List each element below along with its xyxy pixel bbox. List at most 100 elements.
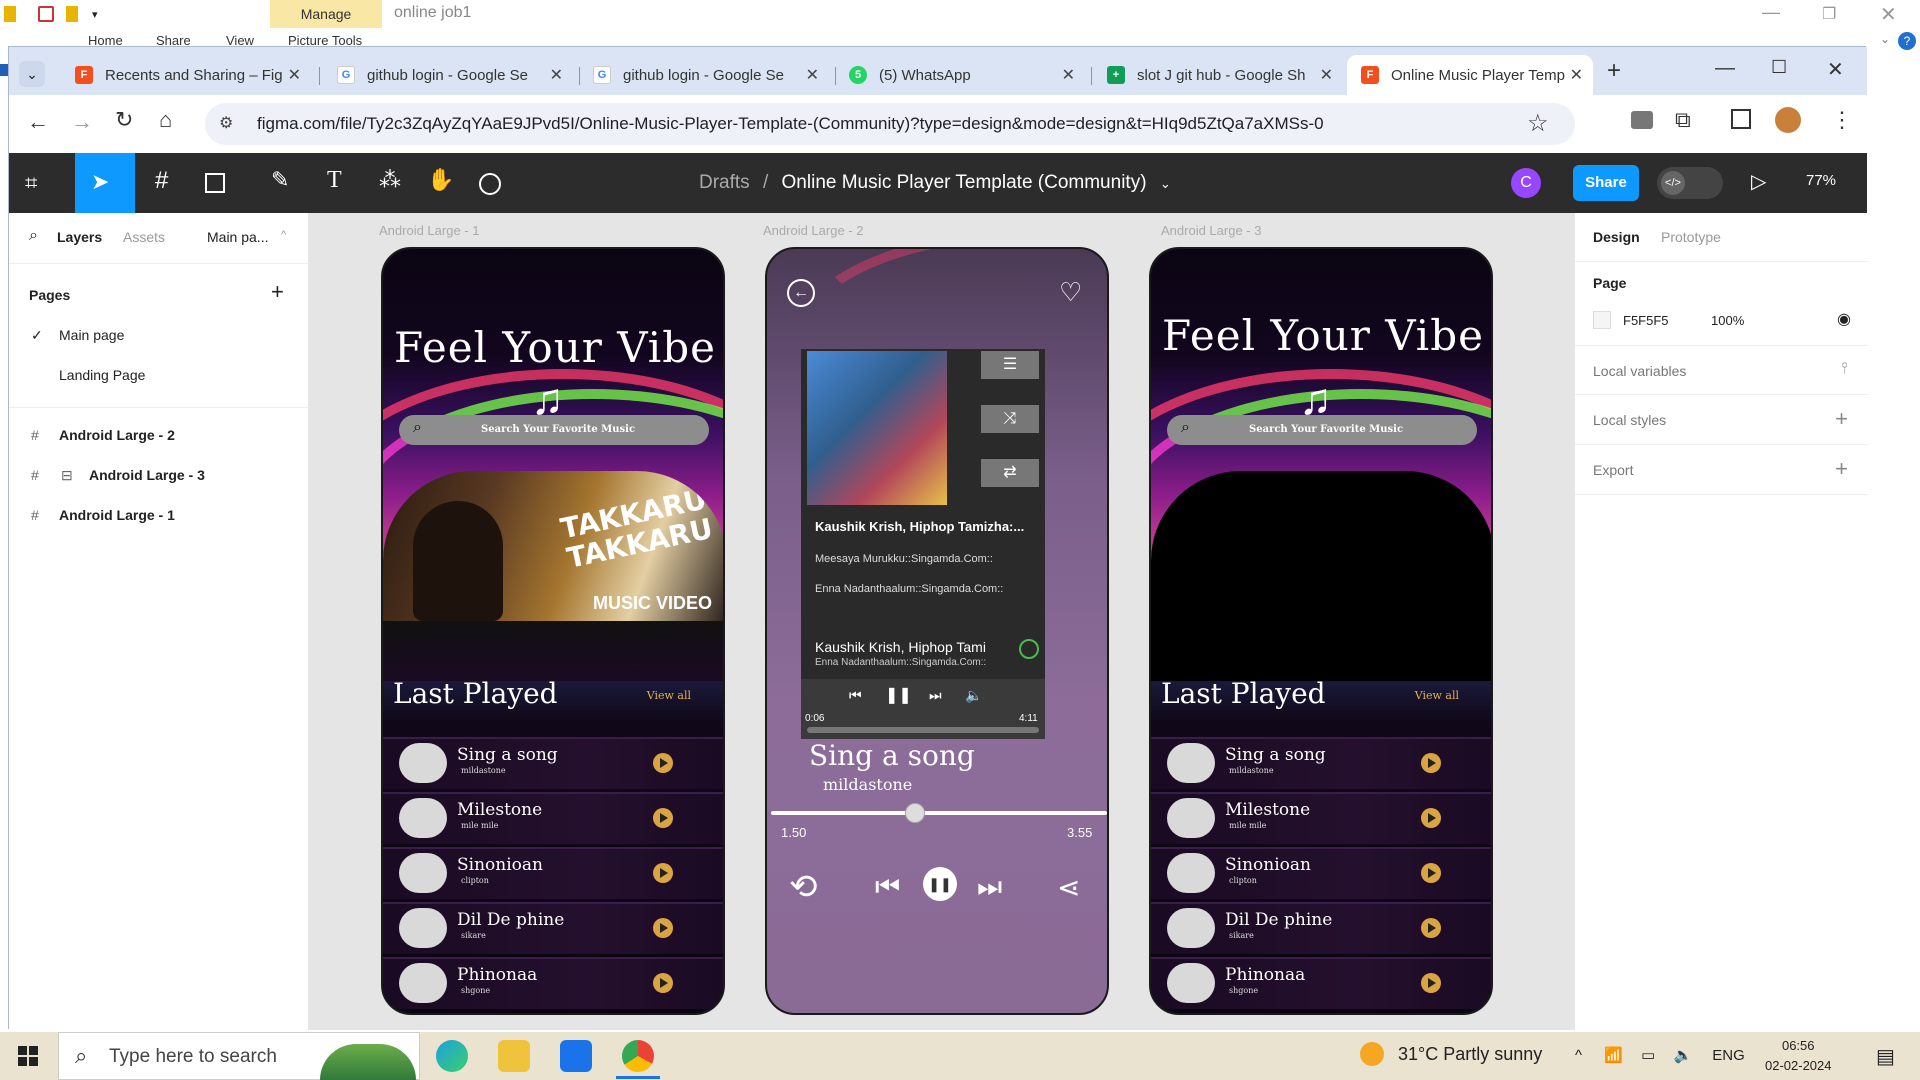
tab-google-sheets[interactable]: + slot J git hub - Google Sh ✕ [1093,55,1343,95]
new-tab-icon[interactable]: + [1607,57,1621,85]
hand-tool-icon[interactable]: ✋ [427,167,459,199]
frame-label[interactable]: Android Large - 3 [1161,223,1261,238]
phone-frame-2[interactable]: ← ♡ ☰ ⤨ ⇄ Kaushik Krish, Hiphop Tamizha:… [765,247,1109,1015]
help-icon[interactable]: ? [1898,32,1916,50]
play-icon[interactable] [1421,973,1441,993]
back-icon[interactable]: ← [27,109,49,135]
file-name[interactable]: Online Music Player Template (Community) [782,172,1147,193]
extensions-icon[interactable]: ⧉ [1675,107,1691,133]
reload-icon[interactable]: ↻ [115,107,133,133]
play-icon[interactable] [1421,753,1441,773]
close-icon[interactable]: ✕ [1880,2,1897,27]
restore-icon[interactable]: ❐ [1822,4,1836,24]
play-icon[interactable] [653,973,673,993]
back-icon[interactable]: ← [787,279,815,307]
home-icon[interactable]: ⌂ [159,107,172,133]
close-tab-icon[interactable]: ✕ [1320,65,1333,85]
rectangle-tool-icon[interactable] [205,173,225,193]
tab-search-icon[interactable]: ⌄ [19,61,45,87]
minimize-icon[interactable]: — [1715,57,1735,80]
visibility-eye-icon[interactable]: ◉ [1837,309,1851,329]
add-style-icon[interactable]: + [1835,406,1848,432]
next-icon[interactable]: ⏭ [977,871,1002,904]
tab-design[interactable]: Design [1593,229,1640,245]
page-color-swatch[interactable] [1593,311,1611,329]
zoom-level[interactable]: 77% [1806,172,1836,189]
play-icon[interactable] [653,863,673,883]
list-item[interactable]: Sinonioan clipton [383,847,723,899]
tab-assets[interactable]: Assets [123,229,165,245]
close-tab-icon[interactable]: ✕ [1570,65,1583,85]
manage-tab[interactable]: Manage [270,0,382,28]
export-row[interactable]: Export + [1575,445,1868,495]
share-button[interactable]: Share [1573,165,1639,201]
file-explorer-icon[interactable] [498,1040,530,1072]
checkbox-icon[interactable] [38,6,54,22]
hero-music-video-image[interactable]: TAKKARU TAKKARU MUSIC VIDEO [383,471,723,621]
edge-icon[interactable] [436,1040,468,1072]
design-canvas[interactable]: Android Large - 1 Android Large - 2 Andr… [309,213,1574,1075]
page-opacity-value[interactable]: 100% [1711,313,1744,328]
list-item[interactable]: Sing a song mildastone [1151,737,1491,789]
weather-icon[interactable] [1360,1042,1384,1066]
list-item[interactable]: Phinonaa shgone [383,957,723,1009]
phone-frame-3[interactable]: Feel Your Vibe ♫ ⌕ Search Your Favorite … [1149,247,1493,1015]
expand-icon[interactable] [1019,639,1039,659]
play-icon[interactable] [1421,863,1441,883]
windows-start-icon[interactable] [18,1046,38,1066]
mail-icon[interactable] [560,1040,592,1072]
system-clock[interactable]: 06:56 02-02-2024 [1765,1036,1832,1076]
page-selector[interactable]: Main pa... [207,229,268,245]
chevron-down-icon[interactable]: ⌄ [1160,176,1171,191]
tab-github-login-2[interactable]: G github login - Google Se ✕ [579,55,829,95]
playlist-item[interactable]: Meesaya Murukku::Singamda.Com:: [815,553,993,565]
tab-layers[interactable]: Layers [57,229,102,245]
favorite-heart-icon[interactable]: ♡ [1059,277,1082,308]
mini-progress[interactable] [807,727,1039,733]
folder-icon[interactable] [4,6,16,22]
play-icon[interactable] [1421,808,1441,828]
play-icon[interactable] [653,753,673,773]
list-item[interactable]: Dil De phine sikare [1151,902,1491,954]
present-icon[interactable]: ▷ [1751,169,1766,194]
dev-mode-toggle[interactable]: </> [1657,167,1723,199]
search-icon[interactable]: ⌕ [29,227,38,245]
close-tab-icon[interactable]: ✕ [550,65,563,85]
comment-tool-icon[interactable] [479,173,501,195]
chevron-up-icon[interactable]: ^ [1575,1047,1582,1064]
volume-icon[interactable]: 🔈 [1673,1047,1692,1064]
list-item[interactable]: Milestone mile mile [1151,792,1491,844]
frame-label[interactable]: Android Large - 1 [379,223,479,238]
tab-github-login-1[interactable]: G github login - Google Se ✕ [323,55,573,95]
volume-icon[interactable]: 🔈 [965,687,982,704]
text-tool-icon[interactable]: T [327,167,359,199]
forward-icon[interactable]: → [71,109,93,135]
minimize-icon[interactable]: — [1762,2,1780,23]
share-icon[interactable]: ⋖ [1057,871,1080,904]
figma-menu-icon[interactable]: ⌗ [25,167,57,199]
close-tab-icon[interactable]: ✕ [806,65,819,85]
pause-icon[interactable]: ❚❚ [923,867,957,901]
site-info-icon[interactable]: ⚙ [219,113,233,133]
seek-bar[interactable] [771,803,1107,823]
close-tab-icon[interactable]: ✕ [288,65,301,85]
search-bar[interactable]: ⌕ Search Your Favorite Music [399,415,709,445]
user-avatar[interactable]: C [1511,168,1541,198]
quick-access-dropdown-icon[interactable]: ▾ [92,8,98,21]
frame-tool-icon[interactable]: # [155,167,187,199]
page-color-value[interactable]: F5F5F5 [1623,313,1669,328]
close-icon[interactable]: ✕ [1827,57,1844,82]
profile-avatar[interactable] [1775,107,1801,133]
layer-android-large-2[interactable]: Android Large - 2 [59,427,175,443]
list-item[interactable]: Sinonioan clipton [1151,847,1491,899]
language-indicator[interactable]: ENG [1712,1047,1745,1064]
tab-whatsapp[interactable]: 5 (5) WhatsApp ✕ [835,55,1085,95]
add-export-icon[interactable]: + [1835,456,1848,482]
hero-placeholder[interactable] [1151,471,1491,681]
list-item[interactable]: Sing a song mildastone [383,737,723,789]
playlist-item[interactable]: Kaushik Krish, Hiphop Tamizha:... [815,519,1024,534]
tab-online-music-player[interactable]: F Online Music Player Temp ✕ [1347,55,1593,95]
play-icon[interactable] [1421,918,1441,938]
seek-thumb[interactable] [905,803,926,823]
repeat-icon[interactable]: ⇄ [981,459,1039,487]
